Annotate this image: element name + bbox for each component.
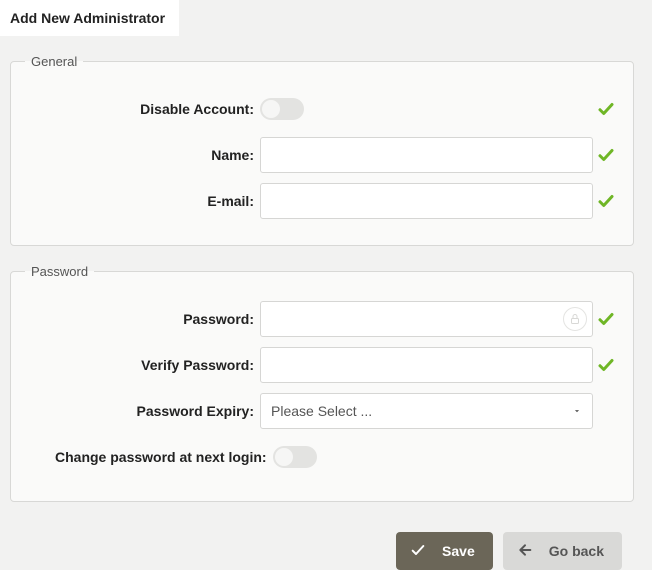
check-icon (593, 100, 619, 118)
save-button-label: Save (442, 543, 475, 559)
check-icon (593, 356, 619, 374)
save-button[interactable]: Save (396, 532, 493, 570)
tab-add-administrator[interactable]: Add New Administrator (0, 0, 179, 36)
tab-title: Add New Administrator (10, 10, 165, 26)
legend-general: General (25, 54, 83, 69)
legend-password: Password (25, 264, 94, 279)
label-change-next-login: Change password at next login: (25, 449, 273, 465)
toggle-disable-account[interactable] (260, 98, 304, 120)
check-icon (593, 146, 619, 164)
check-icon (410, 542, 426, 561)
input-verify-password[interactable] (260, 347, 593, 383)
select-password-expiry-value: Please Select ... (271, 403, 372, 419)
check-icon (593, 310, 619, 328)
group-general: General Disable Account: Name: (10, 54, 634, 246)
go-back-button-label: Go back (549, 543, 604, 559)
check-icon (593, 192, 619, 210)
caret-down-icon (572, 403, 582, 419)
go-back-button[interactable]: Go back (503, 532, 622, 570)
label-email: E-mail: (25, 193, 260, 209)
lock-icon[interactable] (563, 307, 587, 331)
toggle-change-next-login[interactable] (273, 446, 317, 468)
label-name: Name: (25, 147, 260, 163)
select-password-expiry[interactable]: Please Select ... (260, 393, 593, 429)
label-password: Password: (25, 311, 260, 327)
arrow-left-icon (517, 542, 533, 561)
label-disable-account: Disable Account: (25, 101, 260, 117)
label-verify-password: Verify Password: (25, 357, 260, 373)
label-password-expiry: Password Expiry: (25, 403, 260, 419)
group-password: Password Password: Verify Password: (10, 264, 634, 502)
input-email[interactable] (260, 183, 593, 219)
input-name[interactable] (260, 137, 593, 173)
input-password[interactable] (260, 301, 593, 337)
